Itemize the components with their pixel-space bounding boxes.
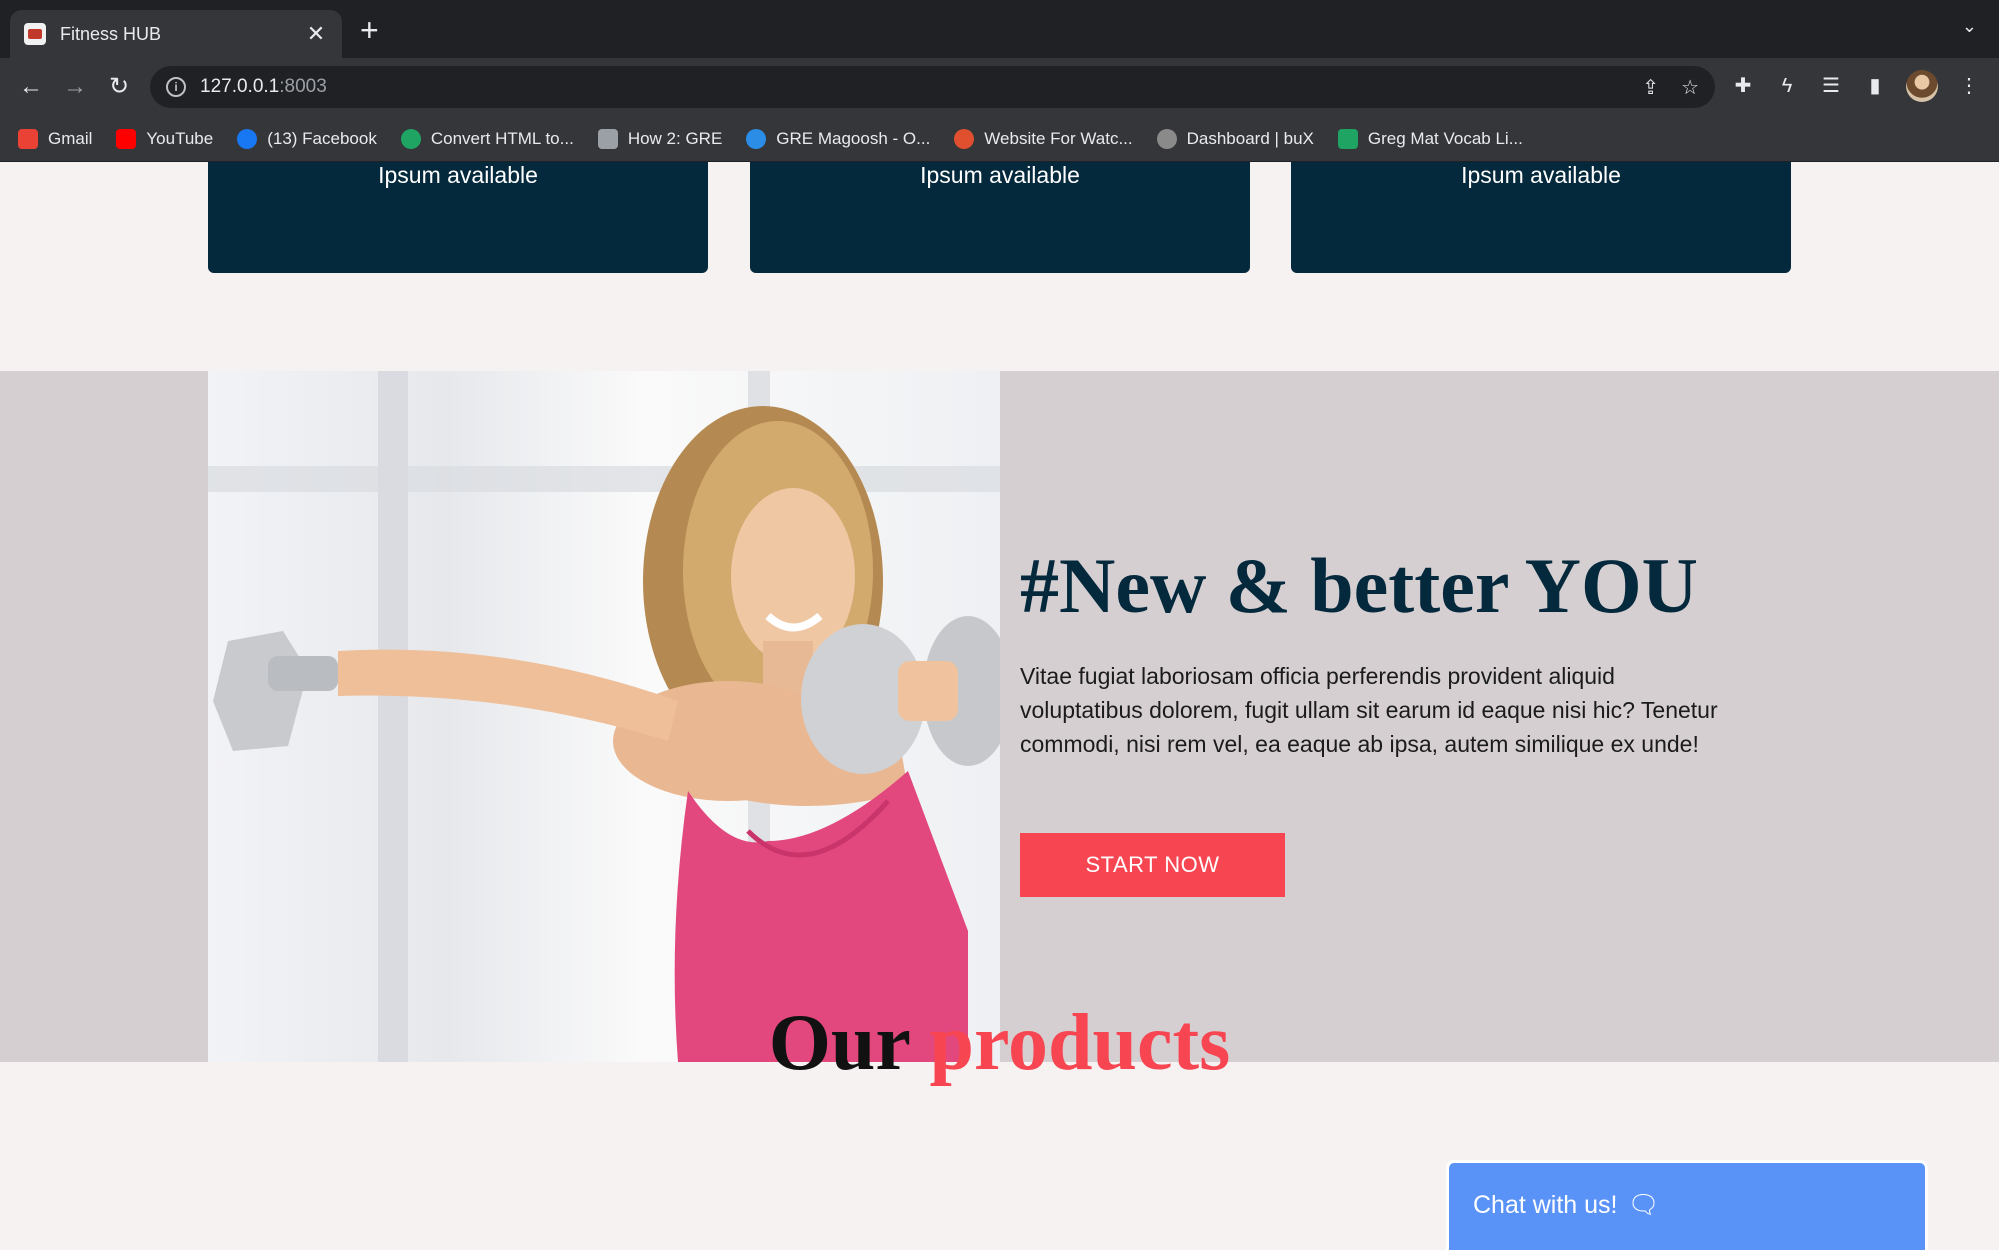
browser-tab-strip: Fitness HUB ✕ + ⌄	[0, 0, 1999, 58]
promo-heading: #New & better YOU	[1020, 542, 1698, 629]
bookmark-gmail[interactable]: Gmail	[18, 128, 92, 149]
feature-card: Ipsum available	[208, 162, 708, 273]
products-title-plain: Our	[768, 999, 930, 1087]
feature-card-text: Ipsum available	[1461, 162, 1621, 188]
youtube-icon	[116, 128, 137, 149]
promo-description: Vitae fugiat laboriosam officia perferen…	[1020, 663, 1718, 757]
forward-arrow-icon[interactable]: →	[58, 70, 92, 104]
products-section-title: Our products	[0, 998, 1999, 1089]
brain-icon	[1156, 128, 1177, 149]
tab-search-chevron-icon[interactable]: ⌄	[1962, 16, 1977, 37]
extensions-puzzle-icon[interactable]: ✚	[1730, 73, 1756, 99]
document-icon	[597, 128, 618, 149]
chat-widget-button[interactable]: Chat with us! 🗨	[1446, 1160, 1928, 1250]
url-port: :8003	[279, 76, 327, 97]
bookmark-dashboard-bux[interactable]: Dashboard | buX	[1156, 128, 1314, 149]
woman-with-dumbbells-photo	[208, 371, 1000, 1062]
browser-tab[interactable]: Fitness HUB ✕	[10, 10, 342, 58]
feature-card-text: Ipsum available	[378, 162, 538, 188]
cloud-icon	[746, 128, 767, 149]
media-playlist-icon[interactable]: ☰	[1818, 73, 1844, 99]
chat-label: Chat with us!	[1473, 1191, 1618, 1219]
profile-avatar[interactable]	[1906, 70, 1938, 102]
products-title-accent: products	[929, 999, 1231, 1087]
gmail-icon	[18, 128, 38, 149]
bookmark-youtube[interactable]: YouTube	[116, 128, 213, 149]
back-arrow-icon[interactable]: ←	[14, 70, 48, 104]
promo-section: #New & better YOU Vitae fugiat laboriosa…	[0, 371, 1999, 1062]
bookmark-greg-mat[interactable]: Greg Mat Vocab Li...	[1337, 128, 1523, 149]
chat-bubble-icon: 🗨	[1627, 1191, 1660, 1219]
fitness-hub-favicon-icon	[24, 23, 46, 45]
url-host: 127.0.0.1	[200, 76, 280, 97]
address-bar[interactable]: i 127.0.0.1 :8003 ⇪ ☆	[150, 66, 1715, 108]
reload-icon[interactable]: ↻	[102, 70, 136, 104]
new-tab-button[interactable]: +	[360, 14, 379, 46]
site-info-icon[interactable]: i	[166, 77, 186, 97]
feature-card: Ipsum available	[750, 162, 1250, 273]
close-tab-icon[interactable]: ✕	[304, 21, 328, 47]
browser-toolbar: ← → ↻ i 127.0.0.1 :8003 ⇪ ☆ ✚ ϟ ☰ ▮ ⋮	[0, 58, 1999, 116]
bookmark-how2gre[interactable]: How 2: GRE	[597, 128, 722, 149]
extension-bolt-icon[interactable]: ϟ	[1774, 73, 1800, 99]
side-panel-icon[interactable]: ▮	[1862, 73, 1888, 99]
bookmark-website-watch[interactable]: Website For Watc...	[954, 128, 1133, 149]
share-icon[interactable]: ⇪	[1642, 75, 1659, 100]
orange-blob-icon	[954, 128, 975, 149]
start-now-button[interactable]: START NOW	[1020, 833, 1285, 897]
bookmark-facebook[interactable]: (13) Facebook	[237, 128, 377, 149]
bookmarks-bar: Gmail YouTube (13) Facebook Convert HTML…	[0, 116, 1999, 162]
bookmark-convert-html[interactable]: Convert HTML to...	[400, 128, 574, 149]
tab-title: Fitness HUB	[60, 23, 162, 44]
sheets-plus-icon	[1337, 128, 1358, 149]
fitness-woman-illustration	[208, 371, 1000, 1062]
feature-card: Ipsum available	[1291, 162, 1791, 273]
feature-card-text: Ipsum available	[920, 162, 1080, 188]
facebook-icon	[237, 128, 258, 149]
menu-kebab-icon[interactable]: ⋮	[1956, 73, 1982, 99]
convert-s-icon	[400, 128, 421, 149]
bookmark-magoosh[interactable]: GRE Magoosh - O...	[746, 128, 930, 149]
bookmark-star-icon[interactable]: ☆	[1681, 75, 1699, 100]
